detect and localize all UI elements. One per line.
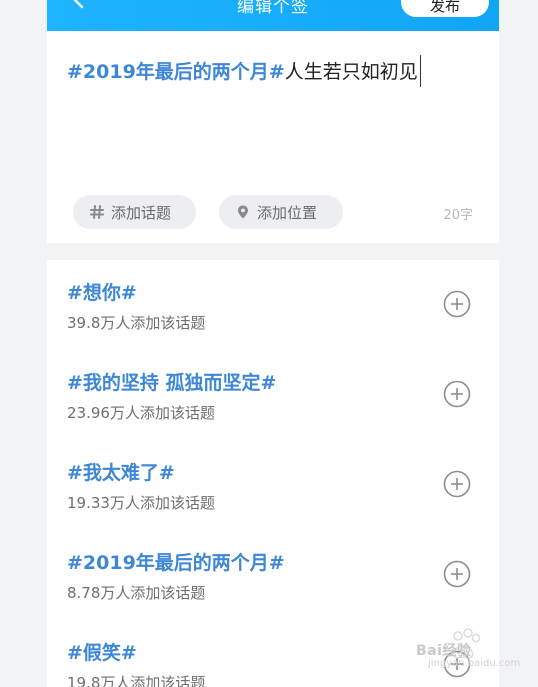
add-topic-plus-button[interactable] xyxy=(443,560,471,588)
plus-circle-icon xyxy=(443,290,471,318)
publish-button[interactable]: 发布 xyxy=(401,0,489,17)
topic-count: 39.8万人添加该话题 xyxy=(67,314,206,332)
editor-plain-text: 人生若只如初见 xyxy=(284,61,418,83)
topic-name: #2019年最后的两个月# xyxy=(67,552,285,574)
topic-count: 19.8万人添加该话题 xyxy=(67,674,206,687)
character-count: 20字 xyxy=(443,208,473,223)
section-divider xyxy=(47,243,499,260)
add-topic-button[interactable]: 添加话题 xyxy=(73,195,196,229)
add-location-button[interactable]: 添加位置 xyxy=(219,195,343,229)
right-margin xyxy=(499,0,538,687)
location-pin-icon xyxy=(238,205,248,219)
plus-circle-icon xyxy=(443,560,471,588)
topic-name: #我的坚持 孤独而坚定# xyxy=(67,372,277,394)
topic-name: #假笑# xyxy=(67,642,137,664)
plus-circle-icon xyxy=(443,470,471,498)
left-margin xyxy=(0,0,47,687)
plus-circle-icon xyxy=(443,380,471,408)
topic-count: 23.96万人添加该话题 xyxy=(67,404,215,422)
add-topic-plus-button[interactable] xyxy=(443,380,471,408)
topic-item[interactable]: #想你# 39.8万人添加该话题 xyxy=(47,260,499,350)
watermark-subtext: jingyan.baidu.com xyxy=(428,658,521,669)
add-topic-plus-button[interactable] xyxy=(443,290,471,318)
topic-name: #我太难了# xyxy=(67,462,175,484)
watermark-text: Bai经验 xyxy=(416,643,472,659)
phone-screen: 编辑个签 发布 #2019年最后的两个月#人生若只如初见 添加话题 添加位置 2… xyxy=(47,0,499,687)
topic-item[interactable]: #我太难了# 19.33万人添加该话题 xyxy=(47,440,499,530)
add-topic-label: 添加话题 xyxy=(111,203,172,222)
topic-name: #想你# xyxy=(67,282,137,304)
hashtag-icon xyxy=(90,205,104,219)
add-location-label: 添加位置 xyxy=(257,203,318,222)
topic-item[interactable]: #2019年最后的两个月# 8.78万人添加该话题 xyxy=(47,530,499,620)
topic-count: 19.33万人添加该话题 xyxy=(67,494,215,512)
top-header: 编辑个签 发布 xyxy=(47,0,499,31)
topic-item[interactable]: #我的坚持 孤独而坚定# 23.96万人添加该话题 xyxy=(47,350,499,440)
signature-editor[interactable]: #2019年最后的两个月#人生若只如初见 添加话题 添加位置 20字 xyxy=(47,31,499,243)
text-cursor xyxy=(419,55,421,87)
signature-text-input[interactable]: #2019年最后的两个月#人生若只如初见 xyxy=(67,55,421,87)
topic-list: #想你# 39.8万人添加该话题 #我的坚持 孤独而坚定# 23.96万人添加该… xyxy=(47,260,499,687)
add-topic-plus-button[interactable] xyxy=(443,470,471,498)
topic-count: 8.78万人添加该话题 xyxy=(67,584,206,602)
editor-topic-tag: #2019年最后的两个月# xyxy=(67,61,285,83)
